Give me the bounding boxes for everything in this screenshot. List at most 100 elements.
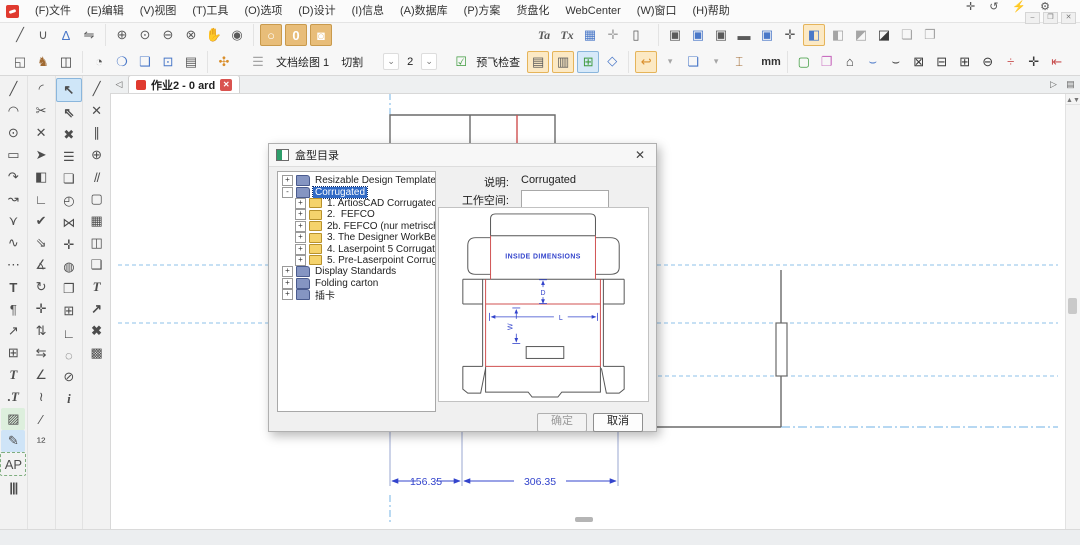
info-tool[interactable]: i — [57, 388, 81, 410]
tack-spacing-icon[interactable]: ÷ — [1001, 52, 1021, 72]
layers-tool[interactable]: ☰ — [57, 146, 81, 168]
rebuild-design-dog-icon[interactable]: ♞ — [33, 52, 53, 72]
counter-pattern-icon[interactable]: ◙ — [310, 24, 332, 46]
tree-toggle-icon[interactable]: + — [295, 209, 306, 220]
leader-arrow-tool[interactable]: ↗ — [1, 320, 25, 342]
vscroll-thumb[interactable] — [1068, 298, 1077, 314]
pan-hand-icon[interactable]: ✋ — [204, 25, 224, 45]
arrowhead-tool[interactable]: ➤ — [29, 144, 53, 166]
minimize-button[interactable]: – — [1025, 12, 1040, 24]
dialog-close-icon[interactable]: ✕ — [631, 148, 649, 162]
serif-text-tool[interactable]: T — [1, 364, 25, 386]
menu-webcenter[interactable]: WebCenter — [557, 0, 628, 22]
direction-arrow-tool[interactable]: ↗ — [85, 298, 109, 320]
bridge-remove-icon[interactable]: ⌣ — [886, 52, 906, 72]
add-icon[interactable]: ✛ — [966, 0, 975, 13]
fill-active-icon[interactable]: ◧ — [803, 24, 825, 46]
dot-text-tool[interactable]: .T — [1, 386, 25, 408]
document-selector[interactable]: ☰ 文档绘图 1 切割 — [240, 52, 375, 72]
measure-line-tool[interactable]: ∕ — [29, 408, 53, 430]
menu-help[interactable]: (H)帮助 — [685, 0, 738, 22]
tack-remove-icon[interactable]: ⊖ — [978, 52, 998, 72]
tab-list-icon[interactable]: ▤ — [1063, 76, 1078, 93]
circle-center-tool[interactable]: ◌ — [57, 344, 81, 366]
box-delete-icon[interactable]: ⊠ — [909, 52, 929, 72]
delete-selection-tool[interactable]: ✖ — [57, 124, 81, 146]
margin-limit-icon[interactable]: ⇤ — [1047, 52, 1067, 72]
close-button[interactable]: ✕ — [1061, 12, 1076, 24]
fill-light-icon[interactable]: ◧ — [828, 25, 848, 45]
open-design-icon[interactable]: ◱ — [10, 52, 30, 72]
tab-close-icon[interactable]: ✕ — [220, 79, 232, 91]
tab-scroll-right-icon[interactable]: ▷ — [1046, 76, 1061, 93]
tree-item[interactable]: +Resizable Design Templates — [278, 175, 435, 186]
menu-window[interactable]: (W)窗口 — [629, 0, 685, 22]
tree-toggle-icon[interactable]: - — [282, 187, 293, 198]
fill-rotate-icon[interactable]: ◩ — [851, 25, 871, 45]
doc-dropdown-icon[interactable]: ⌄ — [383, 53, 399, 70]
menu-tools[interactable]: (T)工具 — [184, 0, 236, 22]
restore-button[interactable]: ❐ — [1043, 12, 1058, 24]
sheet-grid-icon[interactable]: ▦ — [580, 25, 600, 45]
tree-toggle-icon[interactable]: + — [295, 221, 306, 232]
layers-stack-icon[interactable]: ☰ — [248, 52, 268, 72]
crosshair-icon[interactable]: ✛ — [780, 25, 800, 45]
diamond-select-icon[interactable]: ◇ — [602, 51, 622, 71]
menu-file[interactable]: (F)文件 — [27, 0, 79, 22]
scissors-cut-tool[interactable]: ✂ — [29, 100, 53, 122]
zoom-dropdown-icon[interactable]: ⌄ — [421, 53, 437, 70]
document-tab[interactable]: 作业2 - 0 ard ✕ — [128, 75, 240, 93]
construction-line-tool[interactable]: ⋯ — [1, 254, 25, 276]
layout-grid-icon[interactable]: ⊞ — [577, 51, 599, 73]
text-3d-tool[interactable]: T — [85, 276, 109, 298]
direction-back-icon[interactable]: ↩ — [635, 51, 657, 73]
table-tool[interactable]: ⊞ — [1, 342, 25, 364]
sheet-up-icon[interactable]: ▤ — [527, 51, 549, 73]
mirror-tool[interactable]: ⋈ — [57, 212, 81, 234]
paragraph-text-tool[interactable]: ¶ — [1, 298, 25, 320]
ok-button[interactable]: 确定 — [537, 413, 587, 432]
drawing-canvas[interactable]: 156.35 306.35 盒型目录 ✕ +Resizable Design T… — [110, 93, 1066, 530]
tree-toggle-icon[interactable]: + — [295, 244, 306, 255]
menu-edit[interactable]: (E)编辑 — [79, 0, 132, 22]
rotate-r-tool[interactable]: ↻ — [29, 276, 53, 298]
counter-layout-tool[interactable]: ▩ — [85, 342, 109, 364]
tree-item[interactable]: -Corrugated — [278, 186, 435, 197]
arc-tool[interactable]: ◠ — [1, 100, 25, 122]
board-thickness-icon[interactable]: ⌶ — [729, 52, 749, 72]
outline-green-icon[interactable]: ▢ — [794, 52, 814, 72]
angle-tool[interactable]: ∡ — [29, 254, 53, 276]
database-browser-icon[interactable]: ▤ — [181, 52, 201, 72]
tree-toggle-icon[interactable]: + — [282, 289, 293, 300]
corner-snap-tool[interactable]: ∟ — [57, 322, 81, 344]
screen-capture-icon[interactable]: ▬ — [734, 25, 754, 45]
select-tool[interactable]: ↖ — [56, 78, 82, 102]
menu-palletize[interactable]: 货盘化 — [508, 0, 557, 22]
convert-to-3d-icon[interactable]: ❍ — [112, 52, 132, 72]
overlap-front-icon[interactable]: ❏ — [897, 25, 917, 45]
corner-tool[interactable]: ◜ — [29, 78, 53, 100]
barcode-tool[interactable]: ||| — [1, 476, 25, 498]
save-icon[interactable]: ◫ — [56, 52, 76, 72]
undo-icon[interactable]: ↺ — [989, 0, 998, 13]
cube-3d-tool[interactable]: ❑ — [85, 254, 109, 276]
menu-scheme[interactable]: (P)方案 — [456, 0, 509, 22]
split-panel-tool[interactable]: ◫ — [85, 232, 109, 254]
box-width-icon[interactable]: ⊟ — [932, 52, 952, 72]
menu-info[interactable]: (I)信息 — [344, 0, 392, 22]
nudge-tool[interactable]: ⇅ — [29, 320, 53, 342]
split-tool[interactable]: ⋎ — [1, 210, 25, 232]
picture-sync-icon[interactable]: ▣ — [688, 25, 708, 45]
menu-database[interactable]: (A)数据库 — [392, 0, 456, 22]
draft-arc-icon[interactable]: ∪ — [33, 25, 53, 45]
mitre-icon[interactable]: ∆ — [56, 25, 76, 45]
counter-circle-icon[interactable]: ○ — [260, 24, 282, 46]
drill-circle-tool[interactable]: ⊕ — [85, 144, 109, 166]
collaborate-icon[interactable]: ⊡ — [158, 52, 178, 72]
wave-rule-tool[interactable]: ∿ — [1, 232, 25, 254]
tree-toggle-icon[interactable]: + — [295, 255, 306, 266]
fill-solid-icon[interactable]: ◪ — [874, 25, 894, 45]
tree-item[interactable]: +2b. FEFCO (nur metrisch) — [278, 221, 435, 232]
mirror-arc-tool[interactable]: ≀ — [29, 386, 53, 408]
revision-history-icon[interactable]: ◔ — [89, 52, 109, 72]
